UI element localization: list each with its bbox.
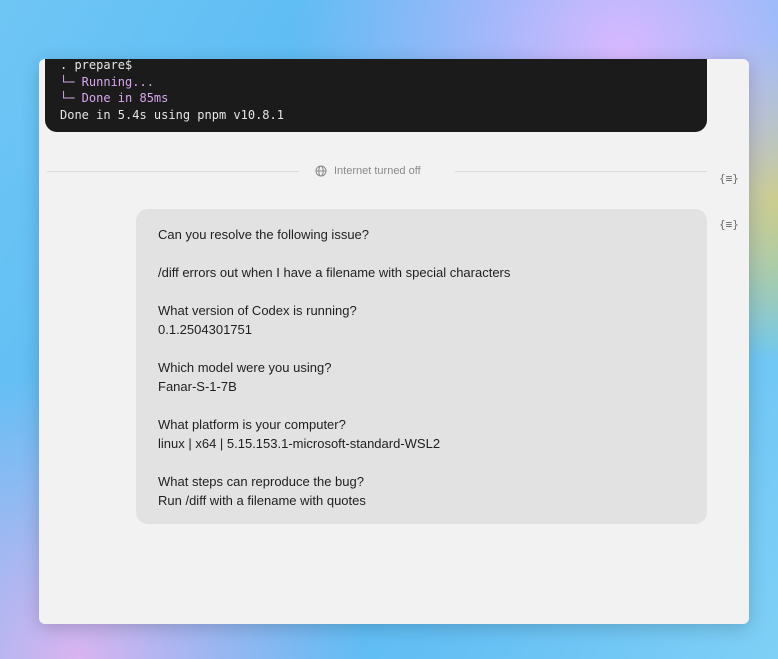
message-text: Can you resolve the following issue? bbox=[158, 227, 370, 242]
question-text: What steps can reproduce the bug? bbox=[158, 474, 364, 489]
terminal-line: └─ Running... bbox=[60, 74, 154, 89]
answer-text: Run /diff with a filename with quotes bbox=[158, 493, 366, 508]
globe-icon bbox=[315, 165, 327, 177]
json-view-icon[interactable]: {≡} bbox=[719, 218, 739, 231]
conversation-window: . prepare$ └─ Running... └─ Done in 85ms… bbox=[39, 59, 749, 624]
message-paragraph: What version of Codex is running? 0.1.25… bbox=[158, 301, 685, 339]
answer-text: linux | x64 | 5.15.153.1-microsoft-stand… bbox=[158, 436, 441, 451]
answer-text: 0.1.2504301751 bbox=[158, 322, 252, 337]
user-message-bubble: Can you resolve the following issue? /di… bbox=[136, 209, 707, 524]
json-view-icon[interactable]: {≡} bbox=[719, 172, 739, 185]
message-paragraph: What platform is your computer? linux | … bbox=[158, 415, 685, 453]
terminal-line: Done in 5.4s using pnpm v10.8.1 bbox=[60, 107, 284, 122]
message-paragraph: /diff errors out when I have a filename … bbox=[158, 263, 685, 282]
message-paragraph: Can you resolve the following issue? bbox=[158, 225, 685, 244]
question-text: What platform is your computer? bbox=[158, 417, 346, 432]
divider-line bbox=[455, 171, 707, 172]
terminal-line: . prepare$ bbox=[60, 59, 133, 72]
internet-status-divider: Internet turned off bbox=[47, 164, 707, 178]
terminal-output: . prepare$ └─ Running... └─ Done in 85ms… bbox=[45, 59, 707, 132]
message-text: /diff errors out when I have a filename … bbox=[158, 265, 511, 280]
answer-text: Fanar-S-1-7B bbox=[158, 379, 237, 394]
internet-status: Internet turned off bbox=[315, 164, 421, 178]
divider-line bbox=[47, 171, 299, 172]
question-text: Which model were you using? bbox=[158, 360, 332, 375]
terminal-line: └─ Done in 85ms bbox=[60, 91, 169, 105]
message-paragraph: What steps can reproduce the bug? Run /d… bbox=[158, 472, 685, 510]
internet-status-label: Internet turned off bbox=[334, 165, 421, 177]
message-paragraph: Which model were you using? Fanar-S-1-7B bbox=[158, 358, 685, 396]
question-text: What version of Codex is running? bbox=[158, 303, 357, 318]
